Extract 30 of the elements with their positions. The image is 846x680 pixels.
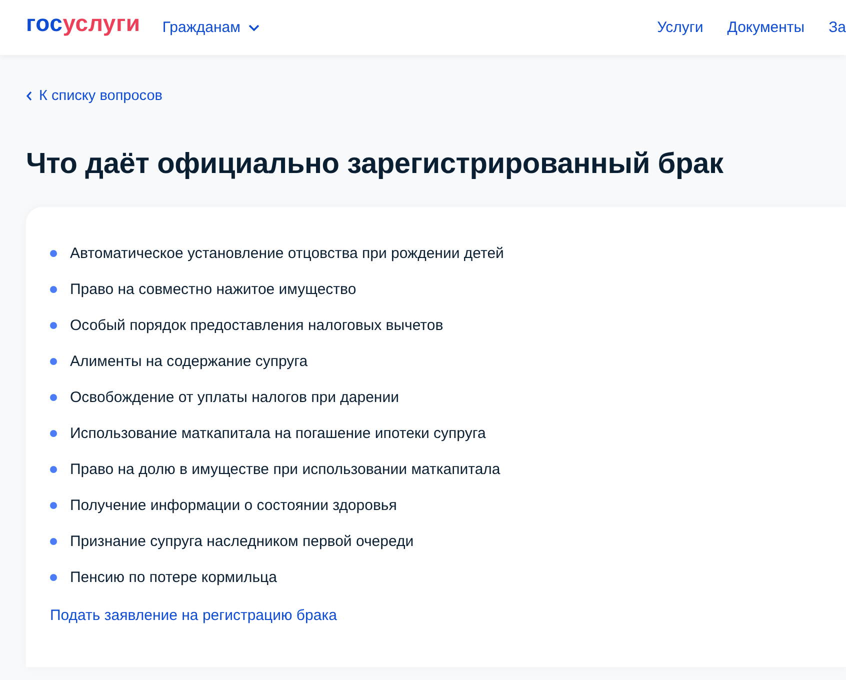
apply-link[interactable]: Подать заявление на регистрацию брака <box>50 607 337 624</box>
list-item-text: Право на долю в имуществе при использовании маткапитала <box>70 460 500 478</box>
bullet-icon <box>50 466 57 472</box>
list-item-text: Автоматическое установление отцовства при рождении детей <box>70 244 504 262</box>
list-item-text: Получение информации о состоянии здоровья <box>70 496 397 514</box>
bullet-icon <box>50 394 57 400</box>
chevron-left-icon <box>26 91 32 101</box>
list-item-text: Признание супруга наследником первой очереди <box>70 532 414 550</box>
nav-link[interactable]: Документы <box>727 19 805 36</box>
bullet-icon <box>50 502 57 508</box>
list-item-text: Использование маткапитала на погашение ипотеки супруга <box>70 424 486 442</box>
chevron-icon <box>248 24 260 32</box>
page-title: Что даёт официально зарегистрированный брак <box>26 148 724 181</box>
bullet-icon <box>50 574 57 580</box>
bullet-icon <box>50 322 57 328</box>
site-logo[interactable]: госуслуги <box>26 10 140 37</box>
bullet-icon <box>50 430 57 436</box>
bullet-icon <box>50 286 57 292</box>
nav-link[interactable]: Услуги <box>657 19 704 36</box>
bullet-icon <box>50 250 57 256</box>
citizens-menu[interactable]: Гражданам <box>162 19 260 36</box>
bullet-icon <box>50 538 57 544</box>
list-item-text: Особый порядок предоставления налоговых вычетов <box>70 316 444 334</box>
back-link[interactable]: К списку вопросов <box>26 88 162 104</box>
list-item-text: Алименты на содержание супруга <box>70 352 308 370</box>
list-item-text: Право на совместно нажитое имущество <box>70 280 356 298</box>
list-item-text: Освобождение от уплаты налогов при дарении <box>70 388 399 406</box>
bullet-icon <box>50 358 57 364</box>
nav-link[interactable]: За <box>828 19 846 36</box>
list-item-text: Пенсию по потере кормильца <box>70 568 277 586</box>
